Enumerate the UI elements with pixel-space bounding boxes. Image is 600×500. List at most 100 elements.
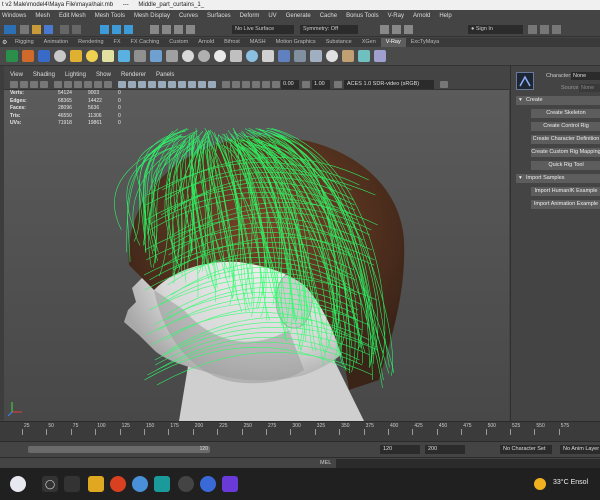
menu-mesh-display[interactable]: Mesh Display	[134, 13, 170, 19]
import-humanik-example-button[interactable]: Import HumanIK Example	[531, 187, 600, 196]
gear-icon[interactable]: ⚙	[2, 39, 7, 46]
vray-render-icon[interactable]	[6, 50, 18, 62]
task-view-icon[interactable]	[64, 476, 80, 492]
tab-exctymaya[interactable]: ExcTyMaya	[406, 38, 444, 47]
snap-grid-icon[interactable]	[150, 25, 159, 34]
vray-material-icon[interactable]	[54, 50, 66, 62]
gamma-toggle-icon[interactable]	[262, 81, 270, 88]
new-scene-icon[interactable]	[20, 25, 29, 34]
panel-menu-renderer[interactable]: Renderer	[121, 72, 146, 78]
gate-mask-icon[interactable]	[84, 81, 92, 88]
vray-light-sphere-icon[interactable]	[86, 50, 98, 62]
tab-bifrost[interactable]: Bifrost	[219, 38, 245, 47]
opera-icon[interactable]	[110, 476, 126, 492]
snap-point-icon[interactable]	[174, 25, 183, 34]
vray-proxy-icon[interactable]	[134, 50, 146, 62]
resolution-gate-icon[interactable]	[74, 81, 82, 88]
camera-attributes-icon[interactable]	[20, 81, 28, 88]
wireframe-icon[interactable]	[118, 81, 126, 88]
symmetry-field[interactable]: Symmetry: Off	[300, 25, 358, 34]
vray-vrscene-icon[interactable]	[342, 50, 354, 62]
open-scene-icon[interactable]	[32, 25, 41, 34]
animation-end-field[interactable]: 200	[425, 445, 465, 454]
copyright-app-icon[interactable]	[178, 476, 194, 492]
motion-blur-icon[interactable]	[188, 81, 196, 88]
vray-fog-icon[interactable]	[214, 50, 226, 62]
vray-decal-icon[interactable]	[262, 50, 274, 62]
gamma-icon[interactable]	[302, 81, 310, 88]
menu-deform[interactable]: Deform	[240, 13, 260, 19]
exposure-field[interactable]: 0.00	[281, 80, 299, 89]
vray-toolbar-icon[interactable]	[374, 50, 386, 62]
render-settings-icon[interactable]	[404, 25, 413, 34]
quick-rig-tool-button[interactable]: Quick Rig Tool	[531, 161, 600, 170]
bookmark-icon[interactable]	[30, 81, 38, 88]
backface-culling-icon[interactable]	[252, 81, 260, 88]
vray-ipr-icon[interactable]	[22, 50, 34, 62]
menu-edit-mesh[interactable]: Edit Mesh	[59, 13, 86, 19]
section-import-samples[interactable]: Import Samples	[516, 174, 600, 183]
menu-mesh[interactable]: Mesh	[35, 13, 50, 19]
vray-sun-icon[interactable]	[118, 50, 130, 62]
depth-of-field-icon[interactable]	[208, 81, 216, 88]
menu-surfaces[interactable]: Surfaces	[207, 13, 231, 19]
field-chart-icon[interactable]	[94, 81, 102, 88]
vray-volume-icon[interactable]	[246, 50, 258, 62]
tab-custom[interactable]: Custom	[164, 38, 193, 47]
panel-menu-panels[interactable]: Panels	[156, 72, 174, 78]
vray-mesh-light-icon[interactable]	[198, 50, 210, 62]
vray-light-lister-icon[interactable]	[326, 50, 338, 62]
toggle-channel-box-icon[interactable]	[552, 25, 561, 34]
select-camera-icon[interactable]	[10, 81, 18, 88]
vray-denoise-icon[interactable]	[358, 50, 370, 62]
panel-menu-view[interactable]: View	[10, 72, 23, 78]
xray-joints-icon[interactable]	[242, 81, 250, 88]
menu-generate[interactable]: Generate	[286, 13, 311, 19]
search-icon[interactable]: ◯	[42, 476, 58, 492]
tab-mash[interactable]: MASH	[245, 38, 271, 47]
vray-sphere-icon[interactable]	[182, 50, 194, 62]
menu-curves[interactable]: Curves	[179, 13, 198, 19]
render-icon[interactable]	[380, 25, 389, 34]
menu-cache[interactable]: Cache	[320, 13, 337, 19]
time-slider[interactable]: 25 50 75 100 125 150 175 200 225 250 275 300 325 350 3…	[0, 421, 600, 441]
tab-arnold[interactable]: Arnold	[193, 38, 219, 47]
vray-light-dome-icon[interactable]	[102, 50, 114, 62]
shadows-icon[interactable]	[168, 81, 176, 88]
panel-menu-shading[interactable]: Shading	[33, 72, 55, 78]
textured-icon[interactable]	[148, 81, 156, 88]
tab-substance[interactable]: Substance	[321, 38, 357, 47]
panel-menu-lighting[interactable]: Lighting	[65, 72, 86, 78]
panel-menu-show[interactable]: Show	[96, 72, 111, 78]
mode-selector-icon[interactable]	[4, 25, 16, 34]
isolate-select-icon[interactable]	[222, 81, 230, 88]
anim-layer-dropdown[interactable]: No Anim Layer	[560, 445, 600, 454]
grid-icon[interactable]	[54, 81, 62, 88]
wireframe-on-shaded-icon[interactable]	[138, 81, 146, 88]
tab-xgen[interactable]: XGen	[357, 38, 381, 47]
tab-fx[interactable]: FX	[109, 38, 126, 47]
view-transform-dropdown[interactable]: ACES 1.0 SDR-video (sRGB)	[344, 80, 434, 89]
menu-vray[interactable]: V-Ray	[388, 13, 404, 19]
character-set-dropdown[interactable]: No Character Set	[500, 445, 552, 454]
tab-rigging[interactable]: Rigging	[10, 38, 39, 47]
use-all-lights-icon[interactable]	[158, 81, 166, 88]
vray-cosmos-icon[interactable]	[310, 50, 322, 62]
vray-light-rect-icon[interactable]	[70, 50, 82, 62]
snap-view-icon[interactable]	[186, 25, 195, 34]
gamma-field[interactable]: 1.00	[312, 80, 330, 89]
discord-icon[interactable]	[200, 476, 216, 492]
character-dropdown[interactable]: None	[571, 72, 600, 80]
snap-curve-icon[interactable]	[162, 25, 171, 34]
range-slider[interactable]: 120	[28, 446, 210, 453]
menu-windows[interactable]: Windows	[2, 13, 26, 19]
menu-help[interactable]: Help	[439, 13, 451, 19]
file-explorer-icon[interactable]	[88, 476, 104, 492]
screen-space-ao-icon[interactable]	[178, 81, 186, 88]
select-by-component-icon[interactable]	[124, 25, 133, 34]
redo-icon[interactable]	[72, 25, 81, 34]
import-animation-example-button[interactable]: Import Animation Example	[531, 200, 600, 209]
playback-end-field[interactable]: 120	[380, 445, 420, 454]
viewport[interactable]: Verts: 54124 9003 0 Edges: 68365 14422 0…	[4, 90, 509, 421]
film-gate-icon[interactable]	[64, 81, 72, 88]
